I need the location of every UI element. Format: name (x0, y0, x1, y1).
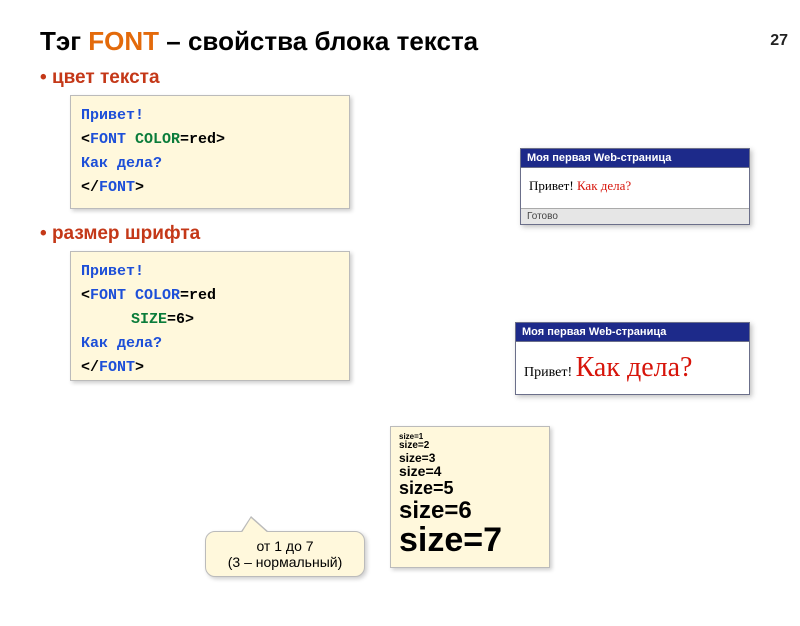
title-part2: – свойства блока текста (159, 26, 478, 56)
callout-line2: (3 – нормальный) (216, 554, 354, 570)
code-example-2: Привет! <FONT COLOR=red SIZE=6> Как дела… (70, 251, 350, 381)
code1-close-font: FONT (99, 179, 135, 196)
browser1-text-red: Как дела? (577, 178, 631, 193)
code2-size: SIZE (131, 311, 167, 328)
code2-red: =red (180, 287, 216, 304)
bullet-color: цвет текста (40, 67, 800, 89)
browser1-body: Привет! Как дела? (521, 168, 749, 208)
size-4: size=4 (399, 464, 541, 479)
code2-l1: Привет! (81, 263, 144, 280)
size-list: size=1 size=2 size=3 size=4 size=5 size=… (390, 426, 550, 568)
browser1-title: Моя первая Web-страница (521, 149, 749, 168)
code2-fontcolor: FONT COLOR (90, 287, 180, 304)
code2-close-font: FONT (99, 359, 135, 376)
code2-close-gt: > (135, 359, 144, 376)
code2-close-lt: </ (81, 359, 99, 376)
code2-l4: Как дела? (81, 335, 162, 352)
browser-preview-2: Моя первая Web-страница Привет! Как дела… (515, 322, 750, 395)
code2-lt: < (81, 287, 90, 304)
size-5: size=5 (399, 479, 541, 498)
code1-l3: Как дела? (81, 155, 162, 172)
browser2-text-red: Как дела? (576, 352, 693, 383)
callout-bubble: от 1 до 7 (3 – нормальный) (205, 531, 365, 577)
bullet-size: размер шрифта (40, 223, 800, 245)
browser1-status: Готово (521, 208, 749, 224)
browser1-text-black: Привет! (529, 178, 577, 193)
code-example-1: Привет! <FONT COLOR=red> Как дела? </FON… (70, 95, 350, 209)
size-7: size=7 (399, 523, 541, 559)
callout-line1: от 1 до 7 (216, 538, 354, 554)
code1-color: COLOR (135, 131, 180, 148)
browser2-body: Привет! Как дела? (516, 342, 749, 394)
code1-close-gt: > (135, 179, 144, 196)
browser-preview-1: Моя первая Web-страница Привет! Как дела… (520, 148, 750, 225)
title-part1: Тэг (40, 26, 88, 56)
browser2-text-black: Привет! (524, 365, 576, 380)
title-highlight: FONT (88, 26, 159, 56)
page-number: 27 (770, 32, 788, 50)
code1-l1: Привет! (81, 107, 144, 124)
code1-font: FONT (90, 131, 135, 148)
code1-red: =red> (180, 131, 225, 148)
code1-lt: < (81, 131, 90, 148)
browser2-title: Моя первая Web-страница (516, 323, 749, 342)
code2-six: =6> (167, 311, 194, 328)
code1-close-lt: </ (81, 179, 99, 196)
size-6: size=6 (399, 498, 541, 523)
page-title: Тэг FONT – свойства блока текста (40, 26, 800, 57)
